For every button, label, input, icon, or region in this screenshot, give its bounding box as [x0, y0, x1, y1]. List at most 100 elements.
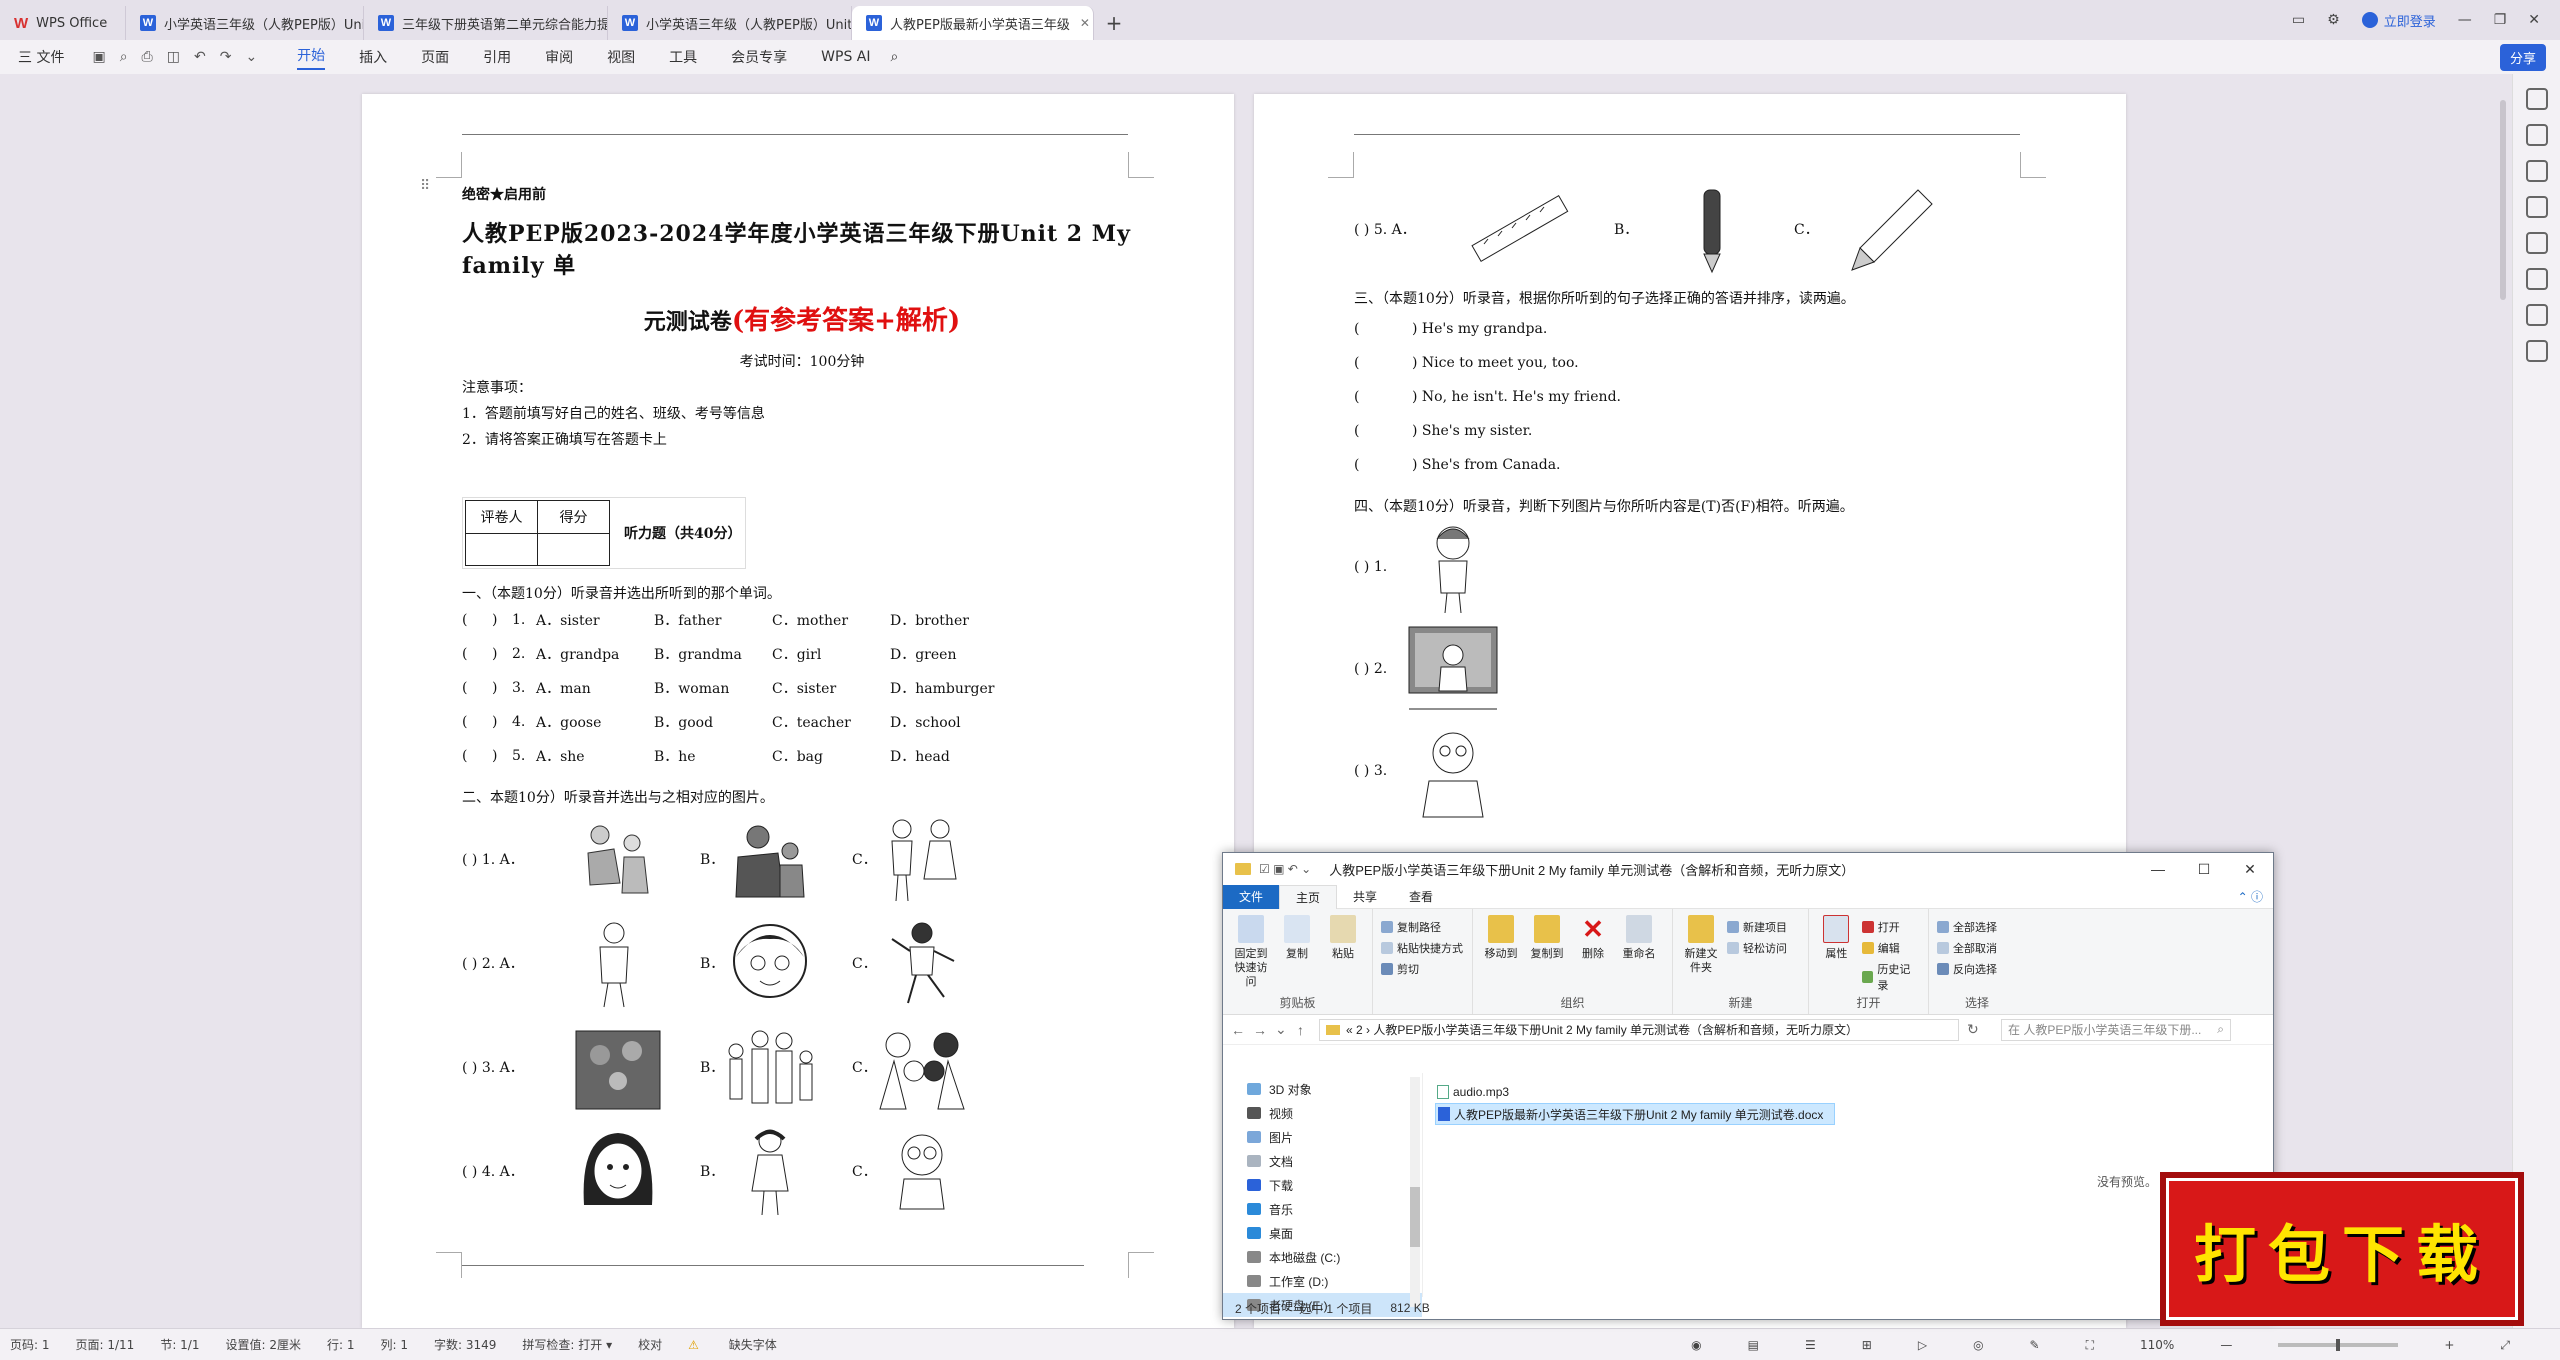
select-all-button[interactable]: 全部选择 — [1937, 919, 1997, 935]
close-icon[interactable]: ✕ — [1080, 16, 1090, 30]
add-tab-icon[interactable]: + — [1094, 6, 1134, 40]
zoom-slider[interactable] — [2278, 1339, 2399, 1351]
web-view-icon[interactable]: ⊞ — [1862, 1338, 1872, 1352]
preview-icon[interactable]: ◫ — [167, 49, 180, 65]
tree-item-drive-c[interactable]: 本地磁盘 (C:) — [1247, 1245, 1422, 1269]
zoom-out-icon[interactable]: — — [2220, 1338, 2232, 1352]
drag-handle-icon[interactable]: ⠿ — [420, 178, 430, 194]
history-button[interactable]: 历史记录 — [1861, 961, 1920, 993]
menu-tools[interactable]: 工具 — [669, 47, 697, 67]
explorer-tab-home[interactable]: 主页 — [1279, 884, 1338, 909]
tree-item-music[interactable]: 音乐 — [1247, 1197, 1422, 1221]
quick-toolbar-icon[interactable]: ☑ ▣ ↶ ⌄ — [1259, 862, 1311, 876]
help-icon[interactable]: ⌃ ⓘ — [2238, 888, 2273, 905]
tree-item-desktop[interactable]: 桌面 — [1247, 1221, 1422, 1245]
select-icon[interactable] — [2525, 160, 2548, 182]
zoom-level[interactable]: 110% — [2140, 1338, 2174, 1352]
cut-button[interactable]: 剪切 — [1381, 961, 1463, 977]
settings-icon[interactable] — [2525, 196, 2548, 218]
menu-reference[interactable]: 引用 — [483, 47, 511, 67]
zoom-in-icon[interactable]: + — [2444, 1338, 2454, 1352]
tab-doc-2[interactable]: W 三年级下册英语第二单元综合能力提 — [364, 6, 608, 40]
menu-view[interactable]: 视图 — [607, 47, 635, 67]
minus-icon[interactable] — [2525, 88, 2548, 110]
maximize-icon[interactable]: ☐ — [2181, 853, 2227, 885]
open-button[interactable]: 打开 — [1861, 919, 1920, 935]
status-pages[interactable]: 页面: 1/11 — [76, 1336, 135, 1353]
invert-selection-button[interactable]: 反向选择 — [1937, 961, 1997, 977]
globe-icon[interactable]: ◎ — [1973, 1338, 1983, 1352]
image-icon[interactable] — [2525, 232, 2548, 254]
outline-icon[interactable]: ☰ — [1805, 1338, 1816, 1352]
maximize-icon[interactable]: ❐ — [2494, 12, 2507, 28]
tablet-mode-icon[interactable]: ▭ — [2292, 12, 2305, 28]
search-icon[interactable]: ⌕ — [891, 49, 899, 65]
download-package-badge[interactable]: 打包下载 — [2160, 1172, 2524, 1326]
address-bar[interactable]: « 2 › 人教PEP版小学英语三年级下册Unit 2 My family 单元… — [1319, 1018, 1959, 1041]
tree-scrollbar[interactable] — [1410, 1077, 1420, 1307]
back-icon[interactable]: ← — [1231, 1022, 1245, 1038]
tab-doc-1[interactable]: W 小学英语三年级（人教PEP版）Unit2 — [126, 6, 364, 40]
status-missing-font[interactable]: ⚠ 缺失字体 — [688, 1336, 803, 1353]
explorer-tab-file[interactable]: 文件 — [1223, 884, 1280, 909]
menu-home[interactable]: 开始 — [297, 45, 326, 70]
minimize-icon[interactable]: — — [2135, 853, 2181, 885]
fullscreen-icon[interactable]: ⤢ — [2500, 1338, 2510, 1353]
edit-icon[interactable]: ✎ — [2030, 1338, 2040, 1352]
edit-button[interactable]: 编辑 — [1861, 940, 1920, 956]
close-window-icon[interactable]: ✕ — [2528, 12, 2540, 28]
skin-icon[interactable]: ⚙ — [2327, 12, 2340, 28]
tree-item-videos[interactable]: 视频 — [1247, 1101, 1422, 1125]
print-icon[interactable]: ⎙ — [142, 49, 153, 65]
pen-icon[interactable] — [2525, 124, 2548, 146]
tab-doc-3[interactable]: W 小学英语三年级（人教PEP版）Unit2 — [608, 6, 852, 40]
fit-icon[interactable]: ⛶ — [2086, 1338, 2094, 1353]
menu-member[interactable]: 会员专享 — [731, 47, 787, 67]
zoom-slider-knob[interactable] — [2336, 1339, 2341, 1351]
tree-item-documents[interactable]: 文档 — [1247, 1149, 1422, 1173]
explorer-tab-view[interactable]: 查看 — [1393, 885, 1449, 909]
redo-icon[interactable]: ↷ — [220, 49, 232, 65]
forward-icon[interactable]: → — [1253, 1022, 1267, 1038]
tree-item-pictures[interactable]: 图片 — [1247, 1125, 1422, 1149]
file-item-audio[interactable]: audio.mp3 — [1435, 1081, 2273, 1103]
status-proofread[interactable]: 校对 — [638, 1336, 662, 1353]
tree-scroll-thumb[interactable] — [1410, 1187, 1420, 1247]
tools-icon[interactable] — [2525, 268, 2548, 290]
help-icon[interactable] — [2525, 304, 2548, 326]
eye-icon[interactable]: ◉ — [1691, 1338, 1701, 1352]
refresh-icon[interactable]: ↻ — [1967, 1021, 1981, 1038]
chevron-down-icon[interactable]: ⌄ — [245, 49, 257, 65]
play-icon[interactable]: ▷ — [1918, 1338, 1927, 1352]
easy-access-button[interactable]: 轻松访问 — [1727, 940, 1787, 956]
menu-page[interactable]: 页面 — [421, 47, 449, 67]
file-item-docx[interactable]: 人教PEP版最新小学英语三年级下册Unit 2 My family 单元测试卷.… — [1435, 1103, 1835, 1125]
save-icon[interactable]: ▣ — [92, 49, 105, 65]
status-spellcheck[interactable]: 拼写检查: 打开 ▾ — [522, 1336, 612, 1353]
share-button[interactable]: 分享 — [2499, 44, 2546, 71]
wps-ai-button[interactable]: WPS AI — [821, 49, 870, 65]
recent-icon[interactable]: ⌄ — [1275, 1021, 1289, 1038]
tree-item-3d-objects[interactable]: 3D 对象 — [1247, 1077, 1422, 1101]
menu-insert[interactable]: 插入 — [359, 47, 387, 67]
minimize-icon[interactable]: — — [2458, 12, 2472, 28]
tab-doc-active[interactable]: W 人教PEP版最新小学英语三年级 ✕ — [852, 6, 1094, 40]
find-icon[interactable]: ⌕ — [120, 49, 128, 65]
explorer-search-input[interactable]: 在 人教PEP版小学英语三年级下册... ⌕ — [2001, 1018, 2231, 1041]
tree-item-downloads[interactable]: 下载 — [1247, 1173, 1422, 1197]
login-button[interactable]: 立即登录 — [2361, 11, 2436, 30]
close-icon[interactable]: ✕ — [2227, 853, 2273, 885]
vertical-scrollbar[interactable] — [2500, 100, 2506, 300]
file-menu[interactable]: 三 文件 — [18, 47, 64, 67]
page-view-icon[interactable]: ▤ — [1748, 1338, 1759, 1352]
menu-review[interactable]: 审阅 — [545, 47, 573, 67]
more-icon[interactable] — [2525, 340, 2548, 362]
undo-icon[interactable]: ↶ — [194, 49, 206, 65]
tree-item-drive-d[interactable]: 工作室 (D:) — [1247, 1269, 1422, 1293]
up-icon[interactable]: ↑ — [1297, 1022, 1311, 1038]
new-item-button[interactable]: 新建项目 — [1727, 919, 1787, 935]
copy-path-button[interactable]: 复制路径 — [1381, 919, 1463, 935]
select-none-button[interactable]: 全部取消 — [1937, 940, 1997, 956]
paste-shortcut-button[interactable]: 粘贴快捷方式 — [1381, 940, 1463, 956]
tab-wps-home[interactable]: W WPS Office — [0, 6, 126, 40]
